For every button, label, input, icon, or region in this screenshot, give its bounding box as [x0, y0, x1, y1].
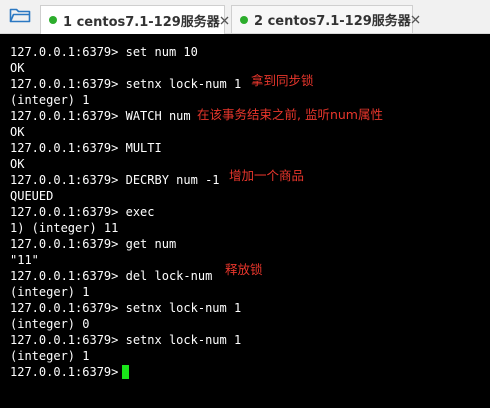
annotation-watch-num: 在该事务结束之前, 监听num属性 — [197, 107, 383, 122]
folder-button[interactable] — [4, 4, 36, 30]
terminal-app-window: 1 centos7.1-129服务器 2 centos7.1-129服务器 12… — [0, 0, 490, 408]
annotation-acquire-lock: 拿到同步锁 — [251, 73, 314, 88]
terminal-line: (integer) 0 — [10, 317, 90, 331]
close-icon[interactable] — [411, 14, 420, 26]
tab-label: 1 centos7.1-129服务器 — [63, 14, 220, 30]
terminal-line: QUEUED — [10, 189, 54, 203]
terminal-output[interactable]: 127.0.0.1:6379> set num 10 OK 127.0.0.1:… — [0, 34, 490, 408]
terminal-line: (integer) 1 — [10, 93, 90, 107]
folder-icon — [9, 6, 31, 28]
terminal-line: 127.0.0.1:6379> exec — [10, 205, 155, 219]
terminal-line: 127.0.0.1:6379> setnx lock-num 1 — [10, 333, 242, 347]
terminal-line: 127.0.0.1:6379> setnx lock-num 1 — [10, 301, 242, 315]
annotation-release-lock: 释放锁 — [225, 262, 263, 277]
terminal-line: 127.0.0.1:6379> MULTI — [10, 141, 162, 155]
terminal-line: 1) (integer) 11 — [10, 221, 119, 235]
terminal-line: OK — [10, 125, 25, 139]
terminal-line: 127.0.0.1:6379> set num 10 — [10, 45, 198, 59]
terminal-line: 127.0.0.1:6379> get num — [10, 237, 177, 251]
terminal-line: 127.0.0.1:6379> setnx lock-num 1 — [10, 77, 242, 91]
terminal-line: (integer) 1 — [10, 349, 90, 363]
tab-session-1[interactable]: 1 centos7.1-129服务器 — [40, 5, 229, 34]
terminal-line: 127.0.0.1:6379> del lock-num — [10, 269, 213, 283]
tab-label: 2 centos7.1-129服务器 — [254, 14, 411, 29]
terminal-line: 127.0.0.1:6379> WATCH num — [10, 109, 191, 123]
annotation-add-item: 增加一个商品 — [229, 168, 305, 183]
close-icon[interactable] — [220, 14, 229, 26]
terminal-line: "11" — [10, 253, 39, 267]
terminal-cursor — [122, 365, 129, 379]
tab-session-2[interactable]: 2 centos7.1-129服务器 — [231, 5, 420, 33]
session-tab-bar: 1 centos7.1-129服务器 2 centos7.1-129服务器 — [0, 0, 490, 34]
terminal-line: OK — [10, 61, 25, 75]
terminal-prompt: 127.0.0.1:6379> — [10, 365, 126, 379]
status-dot-icon — [49, 16, 57, 24]
terminal-line: (integer) 1 — [10, 285, 90, 299]
terminal-line: OK — [10, 157, 25, 171]
status-dot-icon — [240, 15, 248, 24]
terminal-line: 127.0.0.1:6379> DECRBY num -1 — [10, 173, 220, 187]
